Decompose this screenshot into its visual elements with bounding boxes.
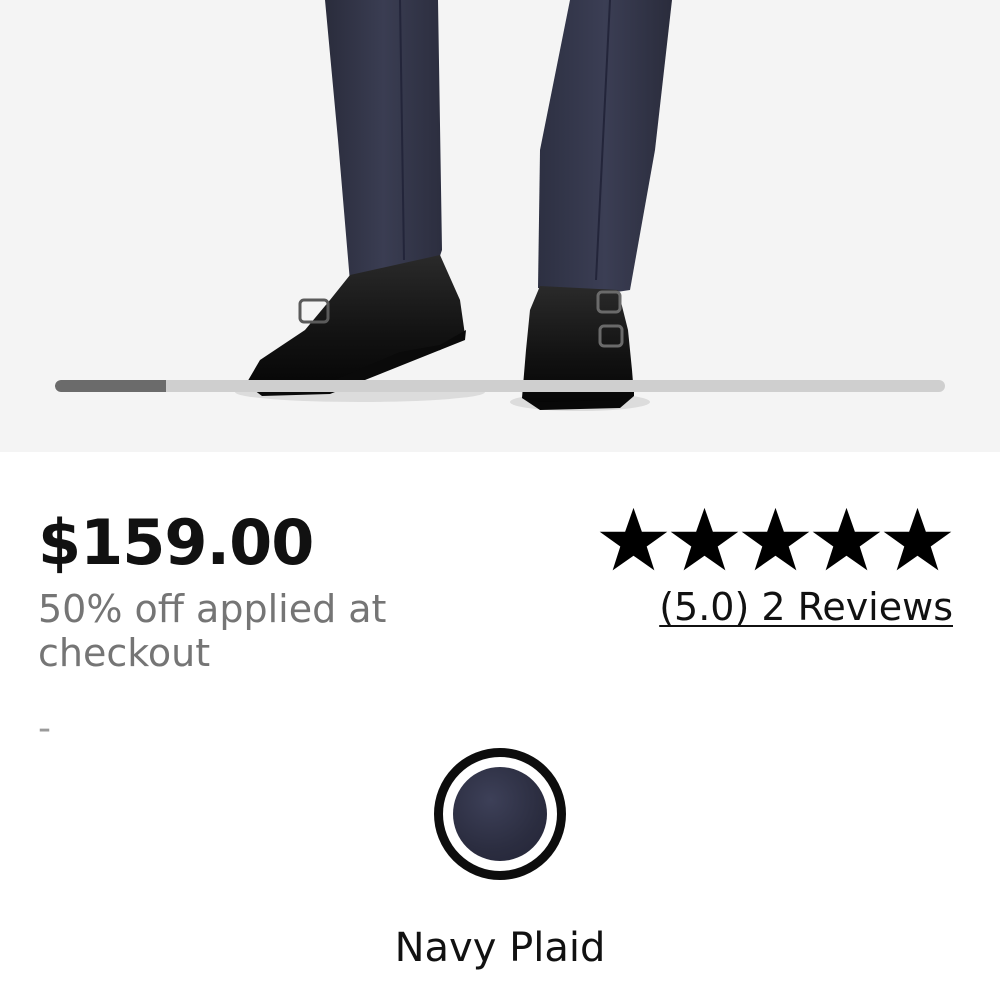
product-detail-page: $159.00 50% off applied at checkout - (5…	[0, 0, 1000, 1000]
color-swatch-navy-plaid[interactable]	[434, 748, 566, 880]
star-icon	[883, 507, 952, 571]
price-secondary: -	[38, 708, 51, 749]
product-image[interactable]	[0, 0, 1000, 452]
discount-note: 50% off applied at checkout	[38, 587, 387, 675]
star-icon	[670, 507, 739, 571]
gallery-progress-fill	[55, 380, 167, 392]
star-icon	[599, 507, 668, 571]
swatch-fabric	[453, 767, 547, 861]
star-icon	[741, 507, 810, 571]
gallery-progress-bar[interactable]	[55, 380, 945, 392]
star-icon	[812, 507, 881, 571]
selected-color-label: Navy Plaid	[394, 925, 606, 971]
reviews-link[interactable]: (5.0) 2 Reviews	[659, 585, 953, 629]
product-price: $159.00	[38, 506, 314, 579]
rating-stars	[598, 505, 953, 576]
